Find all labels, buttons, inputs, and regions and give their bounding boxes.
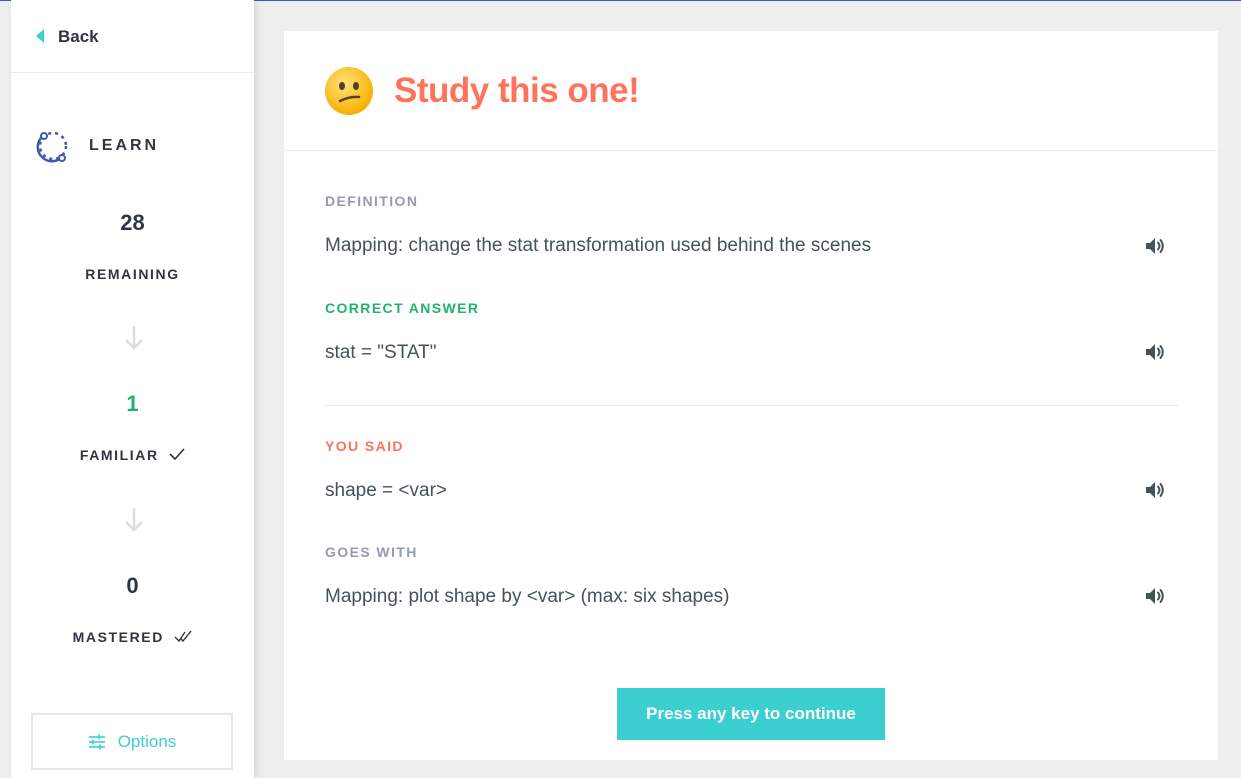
learn-icon [36, 131, 68, 163]
sidebar: Back LEARN 28 REMAINING 1 FAMILIAR 0 MAS… [11, 0, 254, 778]
correct-answer-text: stat = "STAT" [325, 342, 437, 363]
goes-with-text: Mapping: plot shape by <var> (max: six s… [325, 586, 730, 607]
remaining-count: 28 [11, 210, 254, 236]
familiar-label-row: FAMILIAR [11, 447, 254, 465]
familiar-label: FAMILIAR [79, 447, 159, 463]
remaining-label: REMAINING [85, 266, 180, 282]
mastered-label: MASTERED [72, 629, 164, 645]
page-title: Study this one! [394, 70, 640, 110]
back-label: Back [58, 27, 99, 46]
speaker-icon[interactable] [1143, 584, 1167, 608]
feedback-card: Study this one! DEFINITION Mapping: chan… [284, 31, 1218, 760]
you-said-section: YOU SAID shape = <var> [325, 438, 1177, 518]
mastered-count: 0 [11, 573, 254, 599]
arrow-down-icon [125, 326, 143, 350]
mode-label: LEARN [89, 137, 160, 154]
mastered-label-row: MASTERED [11, 629, 254, 647]
mastered-number: 0 [126, 573, 139, 598]
speaker-icon[interactable] [1143, 478, 1167, 502]
continue-button[interactable]: Press any key to continue [617, 688, 885, 740]
definition-text: Mapping: change the stat transformation … [325, 235, 872, 256]
speaker-icon[interactable] [1143, 234, 1167, 258]
goes-with-section: GOES WITH Mapping: plot shape by <var> (… [325, 544, 1177, 624]
confused-face-icon [325, 66, 373, 115]
back-button[interactable]: Back [11, 0, 254, 73]
arrow-down-icon [125, 508, 143, 532]
options-button[interactable]: Options [31, 713, 233, 770]
remaining-label-row: REMAINING [11, 266, 254, 284]
speaker-icon[interactable] [1143, 340, 1167, 364]
familiar-count: 1 [11, 391, 254, 417]
double-check-icon [174, 630, 192, 643]
mode-header: LEARN [35, 128, 159, 164]
definition-label: DEFINITION [325, 193, 419, 209]
goes-with-label: GOES WITH [325, 544, 418, 560]
card-header: Study this one! [284, 31, 1218, 151]
section-divider [325, 405, 1178, 406]
definition-section: DEFINITION Mapping: change the stat tran… [325, 193, 1177, 273]
familiar-number: 1 [126, 391, 139, 416]
you-said-text: shape = <var> [325, 480, 448, 501]
options-sliders-icon [88, 734, 105, 749]
chevron-left-icon [36, 29, 44, 43]
correct-answer-section: CORRECT ANSWER stat = "STAT" [325, 300, 1177, 380]
remaining-number: 28 [120, 210, 145, 235]
you-said-label: YOU SAID [325, 438, 404, 454]
options-label: Options [117, 731, 177, 751]
check-icon [169, 448, 185, 461]
correct-answer-label: CORRECT ANSWER [325, 300, 480, 316]
